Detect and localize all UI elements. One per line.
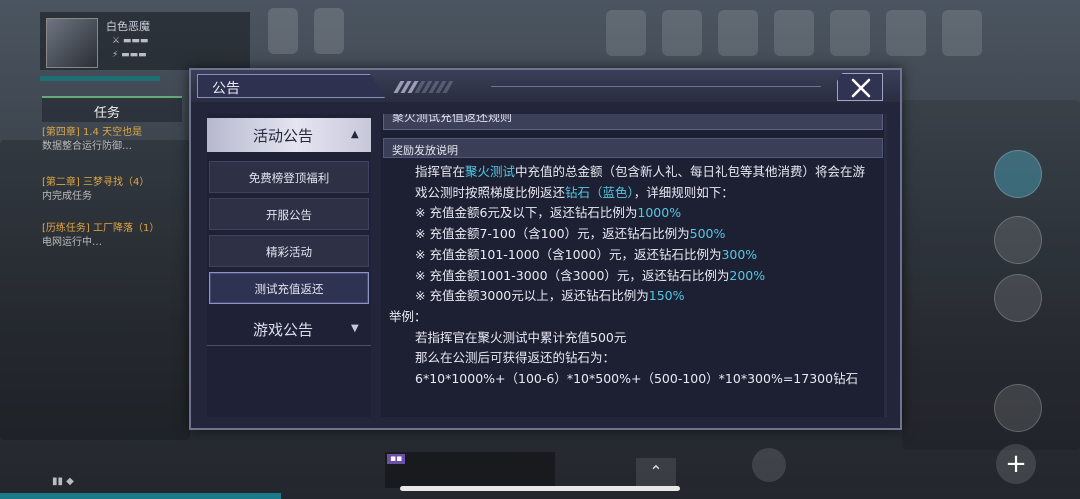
highlight-text: 聚火测试: [465, 164, 516, 179]
player-stat-2: ⚡ ▬▬▬: [112, 50, 147, 60]
flag-icon[interactable]: [942, 10, 982, 56]
scrollbar[interactable]: [884, 114, 887, 417]
wings-icon[interactable]: [994, 384, 1042, 432]
rate-value: 150%: [648, 288, 685, 304]
category-activity-announcements[interactable]: 活动公告 ▲: [207, 118, 371, 152]
task-item[interactable]: [第二章] 三梦寻找（4） 内完成任务: [42, 176, 192, 204]
rule-line: ※ 充值金额1001-3000（含3000）元，返还钻石比例为200%: [415, 267, 766, 283]
close-x-icon: [851, 78, 871, 98]
highlight-text: 钻石（蓝色）: [565, 184, 634, 200]
article-body: 指挥官在聚火测试中充值的总金额（包含新人礼、每日礼包等其他消费）将会在游戏公测时…: [389, 162, 877, 390]
dialog-title-box: 公告: [197, 74, 385, 98]
task-item[interactable]: [第四章] 1.4 天空也是 数据整合运行防御…: [42, 126, 192, 154]
article-panel[interactable]: 聚火测试充值返还规则 奖励发放说明 指挥官在聚火测试中充值的总金额（包含新人礼、…: [381, 114, 887, 417]
example-formula: 6*10*1000%+（100-6）*10*500%+（500-100）*10*…: [415, 371, 859, 387]
radar-icon[interactable]: [718, 10, 758, 56]
section-title: 奖励发放说明: [392, 144, 458, 157]
building-icon[interactable]: [774, 10, 814, 56]
rate-value: 200%: [729, 267, 766, 283]
article-title-bar: 聚火测试充值返还规则: [383, 114, 883, 130]
rule-line: ※ 充值金额6元及以下，返还钻石比例为1000%: [415, 205, 682, 221]
bg-terrain-right: [902, 100, 1080, 450]
category-label: 活动公告: [253, 127, 314, 145]
event-icon[interactable]: [268, 8, 298, 54]
example-line: 若指挥官在聚火测试中累计充值500元: [415, 329, 627, 345]
player-profile[interactable]: 白色恶魔 ⚔ ▬▬▬ ⚡ ▬▬▬: [40, 12, 250, 70]
top-menu-icons: [606, 10, 982, 56]
dialog-header: 公告: [191, 70, 900, 102]
expand-up-icon[interactable]: ⌃: [636, 458, 676, 486]
task-tab-label: 任务: [94, 106, 121, 121]
header-divider: [491, 86, 821, 87]
example-line: 那么在公测后可获得返还的钻石为：: [415, 350, 616, 366]
bottom-strip: [0, 493, 1080, 499]
plus-icon[interactable]: +: [996, 444, 1036, 484]
trophy-icon[interactable]: [994, 216, 1042, 264]
player-stat-1: ⚔ ▬▬▬: [112, 36, 149, 46]
mail-icon[interactable]: [886, 10, 926, 56]
close-button[interactable]: [837, 73, 883, 101]
chat-preview[interactable]: ▪▪: [385, 452, 555, 488]
section-header: 奖励发放说明: [383, 138, 883, 158]
crown-icon[interactable]: [830, 10, 870, 56]
network-status-icon: ▮▮ ◆: [52, 476, 74, 487]
intro-paragraph: 指挥官在聚火测试中充值的总金额（包含新人礼、每日礼包等其他消费）将会在游戏公测时…: [415, 164, 866, 200]
home-icon[interactable]: [314, 8, 344, 54]
article-title: 聚火测试充值返还规则: [392, 114, 513, 124]
example-label: 举例：: [389, 308, 427, 324]
rule-line: ※ 充值金额101-1000（含1000）元，返还钻石比例为300%: [415, 246, 758, 262]
chat-tag: ▪▪: [387, 454, 406, 464]
energy-bar: [40, 76, 160, 81]
home-indicator[interactable]: [400, 486, 680, 491]
task-tab[interactable]: 任务: [42, 96, 182, 122]
header-stripes-decoration: [393, 81, 454, 93]
rule-line: ※ 充值金额3000元以上，返还钻石比例为150%: [415, 288, 685, 304]
announcement-dialog: 公告 活动公告 ▲ 免费榜登顶福利 开服公告 精彩活动 测试充值返还 游戏公告 …: [189, 68, 902, 430]
shop-icon[interactable]: [662, 10, 702, 56]
menu-item-free-ranking[interactable]: 免费榜登顶福利: [209, 161, 369, 193]
player-name: 白色恶魔: [106, 20, 150, 33]
rate-value: 1000%: [637, 205, 682, 221]
category-menu: 活动公告 ▲ 免费榜登顶福利 开服公告 精彩活动 测试充值返还 游戏公告 ▼: [207, 114, 371, 417]
rate-value: 300%: [721, 246, 758, 262]
category-label: 游戏公告: [253, 321, 314, 339]
dialog-title: 公告: [212, 81, 240, 97]
avatar[interactable]: [46, 18, 98, 68]
expand-arrow-icon: ▼: [351, 323, 359, 334]
menu-item-featured-events[interactable]: 精彩活动: [209, 235, 369, 267]
menu-item-server-open[interactable]: 开服公告: [209, 198, 369, 230]
hammer-icon[interactable]: [606, 10, 646, 56]
task-item[interactable]: [历练任务] 工厂降落（1） 电网运行中…: [42, 222, 192, 250]
alarm-icon[interactable]: [994, 150, 1042, 198]
menu-item-test-recharge-refund[interactable]: 测试充值返还: [209, 272, 369, 304]
category-game-announcements[interactable]: 游戏公告 ▼: [207, 312, 371, 346]
crossed-swords-icon[interactable]: [994, 274, 1042, 322]
collapse-arrow-icon: ▲: [351, 129, 359, 140]
message-icon[interactable]: [752, 448, 786, 482]
rate-value: 500%: [689, 226, 726, 242]
rule-line: ※ 充值金额7-100（含100）元，返还钻石比例为500%: [415, 226, 726, 242]
